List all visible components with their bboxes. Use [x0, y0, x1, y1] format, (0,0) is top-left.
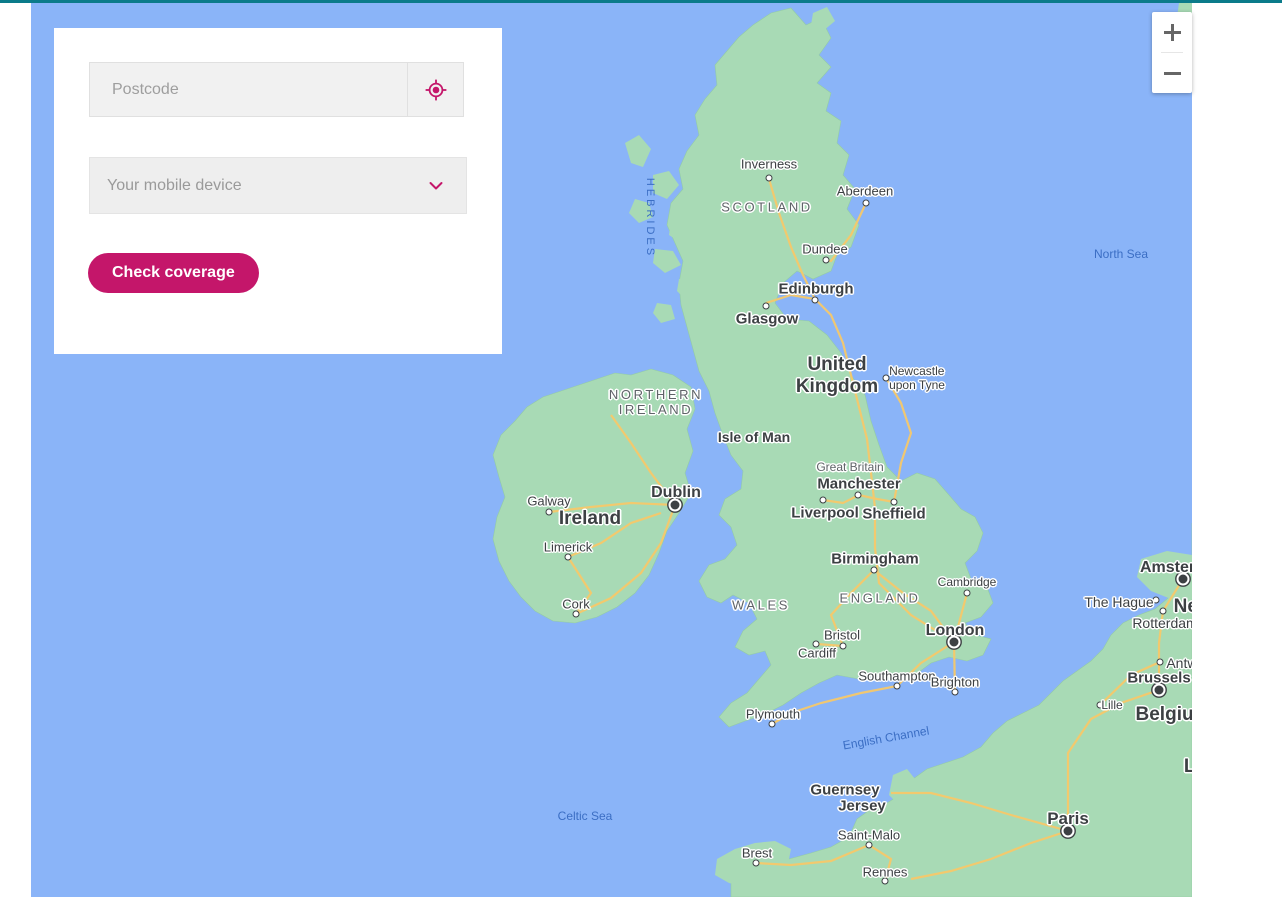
plus-icon-vertical — [1170, 23, 1174, 41]
map-capital-dot — [1154, 685, 1164, 695]
map-city-dot — [1096, 701, 1104, 709]
map-city-dot — [762, 302, 770, 310]
gps-crosshair-icon — [425, 79, 446, 100]
chevron-down-icon — [426, 176, 466, 196]
postcode-field-group — [89, 62, 464, 117]
map-capital-dot — [1178, 574, 1188, 584]
map-city-dot — [862, 199, 870, 207]
map-city-dot — [1159, 607, 1167, 615]
map-city-dot — [1152, 596, 1160, 604]
map-city-dot — [951, 688, 959, 696]
mobile-device-select-label: Your mobile device — [107, 176, 242, 194]
map-city-dot — [811, 296, 819, 304]
map-city-dot — [839, 642, 847, 650]
map-city-dot — [865, 841, 873, 849]
map-city-dot — [881, 877, 889, 885]
map-city-dot — [963, 589, 971, 597]
map-city-dot — [768, 720, 776, 728]
postcode-input[interactable] — [89, 62, 407, 117]
check-coverage-button[interactable]: Check coverage — [88, 253, 259, 293]
map-city-dot — [893, 682, 901, 690]
minus-icon — [1163, 71, 1181, 75]
zoom-out-button[interactable] — [1152, 53, 1192, 93]
mobile-device-select[interactable]: Your mobile device — [89, 157, 467, 214]
map-city-dot — [545, 508, 553, 516]
page-root: North Sea English Channel Celtic Sea HEB… — [0, 0, 1282, 897]
map-capital-dot — [1063, 826, 1073, 836]
map-city-dot — [752, 859, 760, 867]
map-city-dot — [870, 566, 878, 574]
map-city-dot — [572, 610, 580, 618]
map-city-dot — [1156, 658, 1164, 666]
map-capital-dot — [670, 500, 680, 510]
map-city-dot — [765, 174, 773, 182]
coverage-checker-card: Your mobile device Check coverage — [54, 28, 502, 354]
map-capital-dot — [949, 637, 959, 647]
zoom-in-button[interactable] — [1152, 12, 1192, 52]
map-zoom-control[interactable] — [1152, 12, 1192, 93]
map-city-dot — [812, 640, 820, 648]
use-my-location-button[interactable] — [407, 62, 464, 117]
map-city-dot — [822, 256, 830, 264]
map-city-dot — [564, 553, 572, 561]
map-city-dot — [854, 491, 862, 499]
map-city-dot — [819, 496, 827, 504]
map-city-dot — [890, 498, 898, 506]
map-city-dot — [882, 374, 890, 382]
